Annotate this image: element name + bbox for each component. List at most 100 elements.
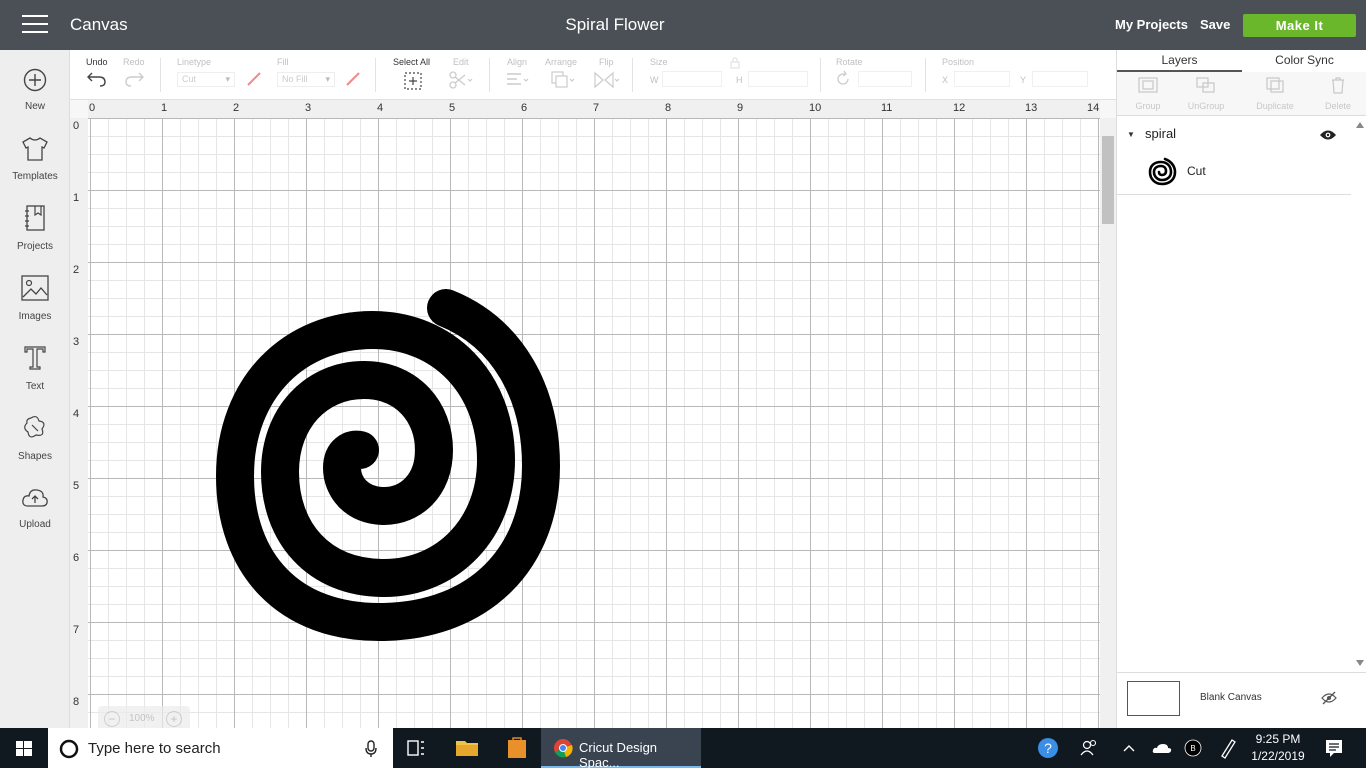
size-label: Size bbox=[650, 57, 668, 67]
position-x-label: X bbox=[942, 75, 949, 85]
ruler-tick: 1 bbox=[161, 102, 168, 114]
flip-icon[interactable] bbox=[592, 70, 622, 90]
sidebar-item-templates[interactable]: Templates bbox=[0, 136, 70, 184]
taskbar-chrome-app[interactable]: Cricut Design Spac... bbox=[541, 728, 701, 768]
layers-panel: Layers Color Sync Group UnGroup Duplicat… bbox=[1116, 50, 1366, 728]
scroll-down-icon[interactable] bbox=[1356, 660, 1364, 666]
image-icon bbox=[21, 275, 49, 301]
ruler-tick: 9 bbox=[737, 102, 744, 114]
align-icon[interactable] bbox=[505, 71, 531, 89]
task-view-icon[interactable] bbox=[400, 728, 432, 768]
layer-item-cut[interactable]: Cut bbox=[1147, 156, 1347, 186]
undo-icon[interactable] bbox=[86, 70, 108, 88]
group-label: Group bbox=[1135, 101, 1161, 111]
tab-layers[interactable]: Layers bbox=[1117, 50, 1242, 72]
blank-canvas-swatch[interactable] bbox=[1127, 681, 1180, 716]
select-all-icon[interactable] bbox=[403, 71, 423, 91]
position-x-input[interactable] bbox=[954, 71, 1010, 87]
rotate-input[interactable] bbox=[858, 71, 912, 87]
linetype-color-swatch-icon[interactable] bbox=[245, 70, 263, 88]
linetype-label: Linetype bbox=[177, 57, 212, 67]
scissors-icon[interactable] bbox=[448, 70, 474, 90]
arrange-label: Arrange bbox=[545, 57, 578, 67]
people-icon[interactable] bbox=[1078, 728, 1100, 768]
search-placeholder: Type here to search bbox=[88, 740, 221, 757]
linetype-select[interactable]: Cut bbox=[177, 72, 235, 87]
save-link[interactable]: Save bbox=[1200, 17, 1230, 32]
sidebar-item-images[interactable]: Images bbox=[0, 274, 70, 324]
onedrive-icon[interactable] bbox=[1150, 728, 1174, 768]
ruler-tick: 1 bbox=[73, 192, 80, 204]
system-clock[interactable]: 9:25 PM 1/22/2019 bbox=[1248, 731, 1308, 765]
my-projects-link[interactable]: My Projects bbox=[1115, 17, 1188, 32]
tab-color-sync[interactable]: Color Sync bbox=[1242, 50, 1366, 72]
scrollbar-thumb[interactable] bbox=[1102, 136, 1114, 224]
layer-tools: Group UnGroup Duplicate Delete bbox=[1117, 72, 1366, 116]
tray-app-icon[interactable]: B bbox=[1182, 728, 1204, 768]
select-all-label: Select All bbox=[393, 57, 431, 67]
duplicate-button[interactable]: Duplicate bbox=[1244, 76, 1306, 111]
position-y-label: Y bbox=[1020, 75, 1027, 85]
canvas-grid[interactable] bbox=[88, 118, 1100, 728]
notebook-icon bbox=[25, 205, 45, 231]
redo-label: Redo bbox=[123, 57, 145, 67]
scroll-up-icon[interactable] bbox=[1356, 122, 1364, 128]
windows-start-icon[interactable] bbox=[0, 728, 48, 768]
clock-time: 9:25 PM bbox=[1255, 732, 1301, 746]
sidebar-item-shapes[interactable]: Shapes bbox=[0, 414, 70, 464]
rotate-icon[interactable] bbox=[834, 70, 852, 88]
help-icon[interactable]: ? bbox=[1034, 728, 1062, 768]
ruler-tick: 2 bbox=[73, 264, 80, 276]
make-it-button[interactable]: Make It bbox=[1243, 14, 1356, 37]
ruler-tick: 7 bbox=[73, 624, 80, 636]
ruler-tick: 6 bbox=[521, 102, 528, 114]
collapse-caret-icon[interactable]: ▼ bbox=[1127, 130, 1135, 139]
chevron-up-icon[interactable] bbox=[1120, 728, 1138, 768]
height-input[interactable] bbox=[748, 71, 808, 87]
zoom-level: 100% bbox=[129, 713, 155, 724]
design-canvas[interactable]: 0 1 2 3 4 5 6 7 8 9 10 11 12 13 14 0 1 2… bbox=[70, 100, 1116, 728]
eye-icon[interactable] bbox=[1319, 129, 1337, 141]
store-icon[interactable] bbox=[500, 728, 534, 768]
sidebar-item-new[interactable]: New bbox=[0, 68, 70, 114]
group-icon bbox=[1138, 77, 1158, 93]
layer-group-spiral[interactable]: ▼ spiral Cut bbox=[1117, 120, 1351, 195]
position-y-input[interactable] bbox=[1032, 71, 1088, 87]
sidebar-item-label: New bbox=[24, 101, 45, 112]
microphone-icon[interactable] bbox=[364, 740, 378, 758]
flip-label: Flip bbox=[599, 57, 614, 67]
redo-icon[interactable] bbox=[123, 70, 145, 88]
blank-canvas-row[interactable]: Blank Canvas bbox=[1117, 672, 1366, 728]
ungroup-button[interactable]: UnGroup bbox=[1175, 76, 1237, 111]
zoom-out-button[interactable]: − bbox=[104, 711, 120, 727]
ruler-tick: 8 bbox=[73, 696, 80, 708]
duplicate-icon bbox=[1266, 77, 1284, 93]
group-button[interactable]: Group bbox=[1117, 76, 1179, 111]
left-sidebar: New Templates Projects Images Text Shape… bbox=[0, 50, 70, 728]
taskbar-search[interactable]: Type here to search bbox=[48, 728, 393, 768]
panel-scrollbar[interactable] bbox=[1353, 116, 1366, 676]
ruler-tick: 13 bbox=[1025, 102, 1038, 114]
ruler-tick: 2 bbox=[233, 102, 240, 114]
sidebar-item-projects[interactable]: Projects bbox=[0, 204, 70, 254]
fill-color-swatch-icon[interactable] bbox=[344, 70, 362, 88]
file-explorer-icon[interactable] bbox=[450, 728, 484, 768]
lock-icon[interactable] bbox=[728, 56, 742, 70]
canvas-scrollbar[interactable] bbox=[1100, 118, 1116, 728]
sidebar-item-text[interactable]: Text bbox=[0, 344, 70, 394]
zoom-in-button[interactable]: + bbox=[166, 711, 182, 727]
fill-select[interactable]: No Fill bbox=[277, 72, 335, 87]
chrome-icon bbox=[554, 739, 573, 758]
ruler-tick: 4 bbox=[73, 408, 80, 420]
sidebar-item-label: Upload bbox=[19, 519, 51, 530]
delete-button[interactable]: Delete bbox=[1307, 76, 1366, 111]
arrange-icon[interactable] bbox=[550, 70, 578, 90]
spiral-shape[interactable] bbox=[88, 118, 1100, 728]
delete-label: Delete bbox=[1324, 101, 1351, 111]
pen-icon[interactable] bbox=[1216, 728, 1240, 768]
hidden-eye-icon[interactable] bbox=[1321, 691, 1337, 705]
text-icon bbox=[24, 346, 46, 370]
sidebar-item-upload[interactable]: Upload bbox=[0, 486, 70, 532]
notification-icon[interactable] bbox=[1320, 728, 1348, 768]
width-input[interactable] bbox=[662, 71, 722, 87]
